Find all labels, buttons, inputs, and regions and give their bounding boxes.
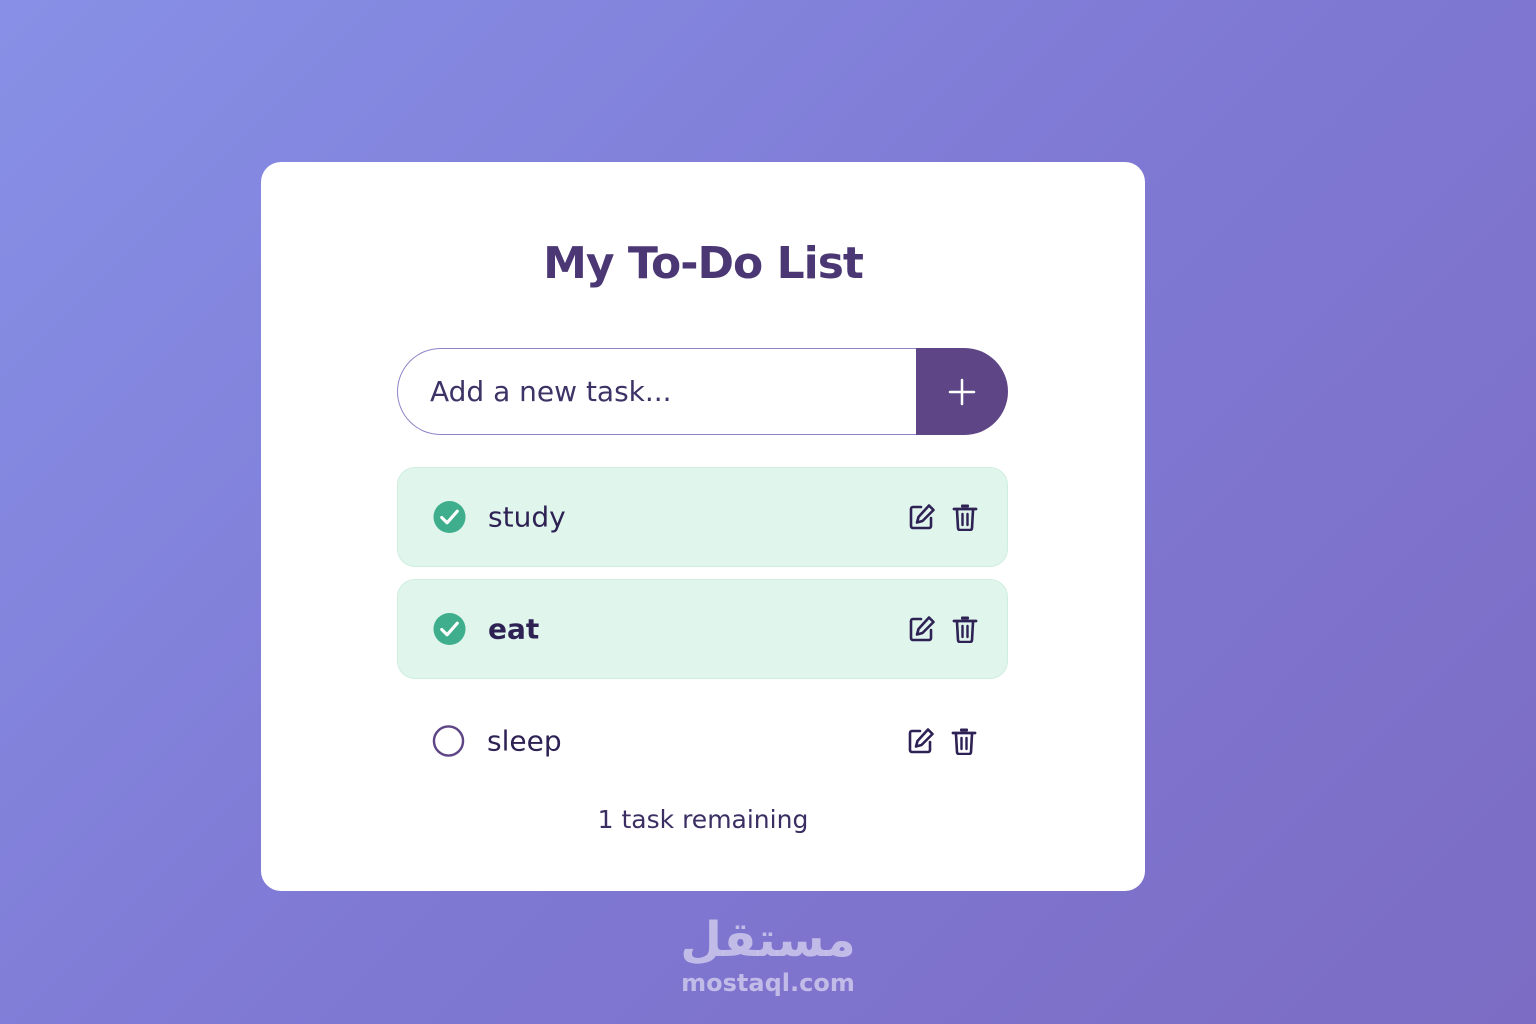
task-label: eat <box>488 612 540 646</box>
trash-icon[interactable] <box>952 615 978 643</box>
watermark-logo: مستقل mostaql.com <box>668 912 868 998</box>
task-label: sleep <box>487 724 562 758</box>
page-title: My To-Do List <box>543 238 864 289</box>
edit-icon[interactable] <box>909 503 935 531</box>
task-list: study eat sleep <box>397 467 1008 803</box>
task-label: study <box>488 500 566 534</box>
plus-icon <box>948 378 976 405</box>
checked-circle-icon[interactable] <box>433 612 466 646</box>
tasks-remaining-counter: 1 task remaining <box>597 805 809 834</box>
edit-icon[interactable] <box>909 615 935 643</box>
trash-icon[interactable] <box>952 503 978 531</box>
todo-card: My To-Do List study <box>261 162 1145 891</box>
task-item: study <box>397 467 1008 567</box>
trash-icon[interactable] <box>951 727 977 755</box>
edit-icon[interactable] <box>908 727 934 755</box>
watermark-url: mostaql.com <box>681 969 855 997</box>
new-task-input[interactable] <box>397 348 917 435</box>
task-item: eat <box>397 579 1008 679</box>
add-task-form <box>397 348 1008 435</box>
task-item: sleep <box>397 691 1008 791</box>
unchecked-circle-icon[interactable] <box>432 725 465 758</box>
add-task-button[interactable] <box>916 348 1008 435</box>
checked-circle-icon[interactable] <box>433 500 466 534</box>
watermark-logo-text: مستقل <box>680 912 856 968</box>
